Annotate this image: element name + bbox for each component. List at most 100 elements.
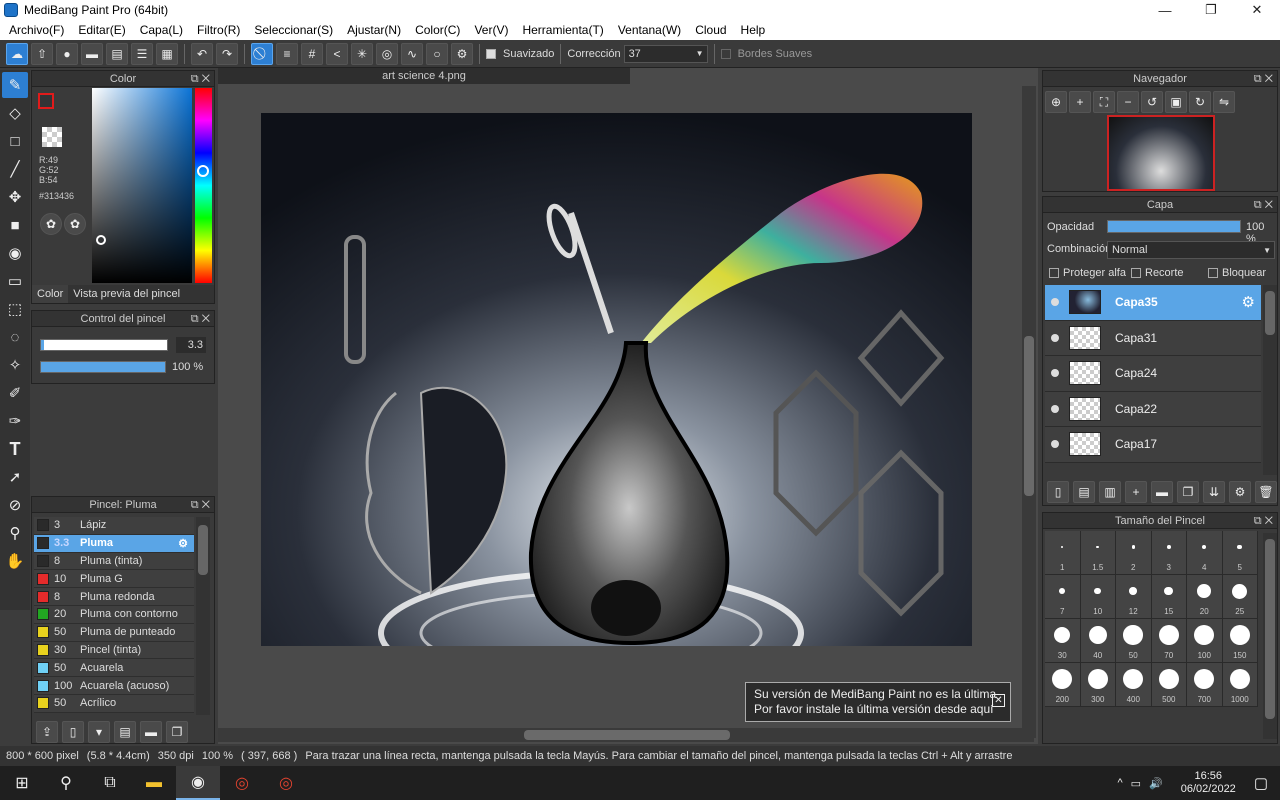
clipping-checkbox[interactable] xyxy=(1131,268,1141,279)
smoothing-checkbox[interactable] xyxy=(486,48,496,59)
menu-archivo[interactable]: Archivo(F) xyxy=(2,23,71,37)
panel-controls-icon[interactable]: ⧉ ✕ xyxy=(191,71,210,87)
navigator-preview[interactable] xyxy=(1107,115,1215,191)
brush-size-value[interactable]: 3.3 xyxy=(176,337,206,353)
file-explorer-icon[interactable]: ▬ xyxy=(132,766,176,800)
layer-settings-icon[interactable]: ⚙ xyxy=(1229,481,1251,503)
panel-controls-icon[interactable]: ⧉ ✕ xyxy=(1254,513,1273,529)
brush-opacity-slider[interactable] xyxy=(40,361,166,373)
brush-item[interactable]: 3.3 Pluma ⚙ xyxy=(34,534,194,553)
brush-item[interactable]: 3 Lápiz xyxy=(34,517,194,535)
brush-cloud-icon[interactable]: ⇪ xyxy=(36,721,58,743)
brush-size-option[interactable]: 500 xyxy=(1151,663,1187,707)
search-icon[interactable]: ⚲ xyxy=(44,766,88,800)
add-brush-icon[interactable]: ▾ xyxy=(88,721,110,743)
brush-size-option[interactable]: 200 xyxy=(1045,663,1081,707)
brush-tool-icon[interactable]: ✎ xyxy=(2,72,28,98)
lasso-tool-icon[interactable]: ◌ xyxy=(2,324,28,350)
select-pen-tool-icon[interactable]: ✐ xyxy=(2,380,28,406)
menu-color[interactable]: Color(C) xyxy=(408,23,467,37)
duplicate-layer-icon[interactable]: ❐ xyxy=(1177,481,1199,503)
document-tab[interactable]: art science 4.png xyxy=(218,68,630,84)
layer-row[interactable]: Capa17 xyxy=(1045,427,1261,463)
layer-list-scrollbar[interactable] xyxy=(1263,285,1277,475)
undo-icon[interactable]: ↶ xyxy=(191,42,213,65)
text-tool-icon[interactable]: T xyxy=(2,436,28,462)
brush-size-slider[interactable] xyxy=(40,339,168,351)
zoom-icon[interactable]: ⊕ xyxy=(1045,91,1067,113)
medibang-taskbar-icon[interactable]: ◉ xyxy=(176,766,220,800)
maximize-button[interactable]: ❐ xyxy=(1188,0,1234,20)
menu-herramienta[interactable]: Herramienta(T) xyxy=(515,23,610,37)
layer-visibility-icon[interactable] xyxy=(1051,333,1059,342)
rotate-right-icon[interactable]: ↻ xyxy=(1189,91,1211,113)
new-layer-icon[interactable]: ▯ xyxy=(1047,481,1069,503)
protect-alpha-checkbox[interactable] xyxy=(1049,268,1059,279)
update-notice[interactable]: Su versión de MediBang Paint no es la úl… xyxy=(745,682,1011,722)
brush-size-option[interactable]: 15 xyxy=(1151,575,1187,619)
clock-time[interactable]: 16:56 xyxy=(1181,770,1236,783)
brush-item[interactable]: 50 Acrílico xyxy=(34,694,194,713)
layer-visibility-icon[interactable] xyxy=(1051,404,1059,413)
upload-icon[interactable]: ⇧ xyxy=(31,42,53,65)
layer-list-scroll-thumb[interactable] xyxy=(1265,291,1275,335)
brush-size-option[interactable]: 150 xyxy=(1222,619,1258,663)
palette-add-icon[interactable]: ✿ xyxy=(64,213,86,235)
brush-item[interactable]: 8 Pluma (tinta) xyxy=(34,552,194,571)
add-layer-menu-icon[interactable]: + xyxy=(1125,481,1147,503)
correction-select[interactable]: 37 ▼ xyxy=(623,44,708,63)
brush-size-option[interactable]: 10 xyxy=(1080,575,1116,619)
new-brush-icon[interactable]: ▯ xyxy=(62,721,84,743)
layer-folder-icon[interactable]: ▬ xyxy=(1151,481,1173,503)
select-eraser-tool-icon[interactable]: ✑ xyxy=(2,408,28,434)
artwork-canvas[interactable] xyxy=(261,113,972,646)
brush-size-option[interactable]: 7 xyxy=(1045,575,1081,619)
fit-icon[interactable]: ⛶ xyxy=(1093,91,1115,113)
brush-size-option[interactable]: 1.5 xyxy=(1080,531,1116,575)
rect-select-tool-icon[interactable]: ⬚ xyxy=(2,296,28,322)
hand-tool-icon[interactable]: ✋ xyxy=(2,548,28,574)
brush-list-scroll-thumb[interactable] xyxy=(198,525,208,575)
tab-color[interactable]: Color xyxy=(32,285,69,303)
layer-visibility-icon[interactable] xyxy=(1051,440,1059,449)
soft-edges-checkbox[interactable] xyxy=(720,48,731,59)
brush-size-option[interactable]: 4 xyxy=(1187,531,1223,575)
eyedropper-tool-icon[interactable]: ⚲ xyxy=(2,520,28,546)
chat-icon[interactable]: ▬ xyxy=(81,42,103,65)
layer-visibility-icon[interactable] xyxy=(1051,369,1059,378)
duplicate-brush-icon[interactable]: ❐ xyxy=(166,721,188,743)
panel-controls-icon[interactable]: ⧉ ✕ xyxy=(191,311,210,327)
new-layer-8bit-icon[interactable]: ▤ xyxy=(1073,481,1095,503)
chrome-icon[interactable]: ◎ xyxy=(220,766,264,800)
new-layer-1bit-icon[interactable]: ▥ xyxy=(1099,481,1121,503)
brush-size-option[interactable]: 12 xyxy=(1116,575,1152,619)
layer-opacity-slider[interactable] xyxy=(1107,220,1241,233)
layer-row[interactable]: Capa31 xyxy=(1045,320,1261,356)
close-button[interactable]: ✕ xyxy=(1234,0,1280,20)
lock-checkbox[interactable] xyxy=(1208,268,1218,279)
curve-snap-icon[interactable]: ∿ xyxy=(401,42,423,65)
grid-icon[interactable]: ▦ xyxy=(156,42,178,65)
menu-cloud[interactable]: Cloud xyxy=(688,23,733,37)
volume-icon[interactable]: 🔊 xyxy=(1149,777,1163,790)
brush-item[interactable]: 20 Pluma con contorno xyxy=(34,605,194,624)
saturation-value-picker[interactable] xyxy=(92,88,192,283)
redo-icon[interactable]: ↷ xyxy=(216,42,238,65)
brush-item[interactable]: 8 Pluma redonda xyxy=(34,588,194,606)
magic-wand-tool-icon[interactable]: ✧ xyxy=(2,352,28,378)
brush-item[interactable]: 10 Pluma G xyxy=(34,570,194,589)
brush-size-option[interactable]: 5 xyxy=(1222,531,1258,575)
reset-view-icon[interactable]: ▣ xyxy=(1165,91,1187,113)
brush-item[interactable]: 50 Acuarela xyxy=(34,659,194,678)
radial-snap-icon[interactable]: ✳ xyxy=(351,42,373,65)
brush-size-option[interactable]: 100 xyxy=(1187,619,1223,663)
sv-picker-handle[interactable] xyxy=(96,235,106,245)
eraser-tool-icon[interactable]: ◇ xyxy=(2,100,28,126)
brush-size-option[interactable]: 25 xyxy=(1222,575,1258,619)
tab-brush-preview[interactable]: Vista previa del pincel xyxy=(68,288,185,300)
brush-size-option[interactable]: 300 xyxy=(1080,663,1116,707)
layer-visibility-icon[interactable] xyxy=(1051,298,1059,307)
menu-filtro[interactable]: Filtro(R) xyxy=(190,23,247,37)
grid-snap-icon[interactable]: # xyxy=(301,42,323,65)
menu-ver[interactable]: Ver(V) xyxy=(467,23,515,37)
